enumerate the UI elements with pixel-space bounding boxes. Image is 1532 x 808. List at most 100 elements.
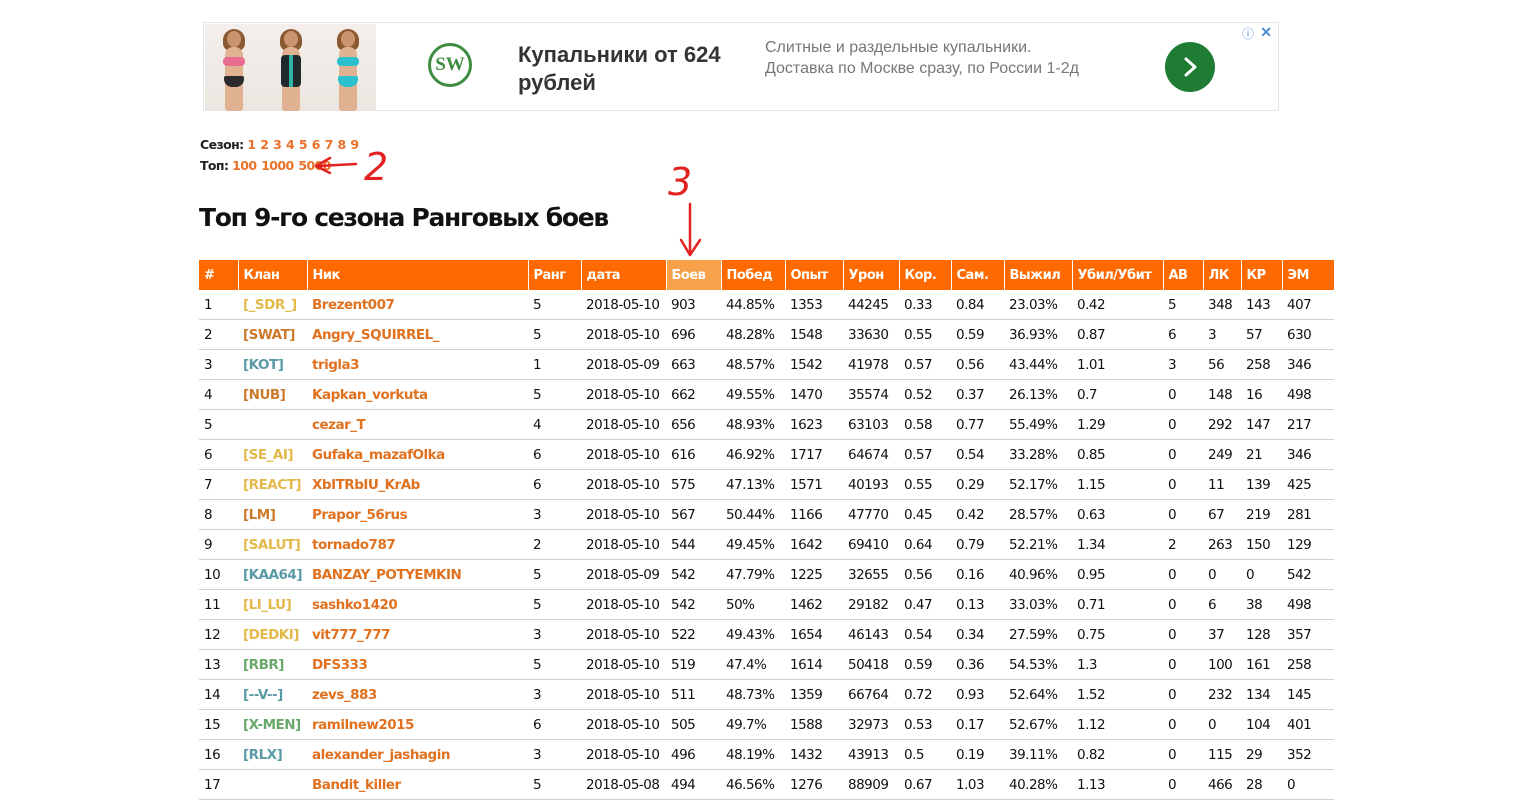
cell-nick[interactable]: Brezent007 xyxy=(307,290,528,320)
cell-nick[interactable]: cezar_T xyxy=(307,409,528,440)
cell-wins: 48.57% xyxy=(721,349,785,380)
cell-clan[interactable]: [NUB] xyxy=(238,379,307,410)
cell-wins: 47.13% xyxy=(721,469,785,500)
cell-battles: 616 xyxy=(666,439,721,470)
cell-nick[interactable]: trigla3 xyxy=(307,349,528,380)
ad-title[interactable]: Купальники от 624 рублей xyxy=(518,41,753,97)
cell-clan[interactable]: [SALUT] xyxy=(238,529,307,560)
column-header[interactable]: Сам. xyxy=(951,260,1005,290)
season-link[interactable]: 9 xyxy=(350,137,359,152)
season-link[interactable]: 1 xyxy=(247,137,256,152)
info-icon[interactable]: ⓘ xyxy=(1242,25,1254,42)
cell-nick[interactable]: Bandit_killer xyxy=(307,769,528,800)
cell-clan[interactable]: [DEDKI] xyxy=(238,619,307,650)
cell-kor: 0.64 xyxy=(899,529,951,560)
column-header[interactable]: Ранг xyxy=(528,260,582,290)
cell-nick[interactable]: vit777_777 xyxy=(307,619,528,650)
column-header[interactable]: дата xyxy=(581,260,667,290)
column-header[interactable]: # xyxy=(199,260,239,290)
close-icon[interactable]: ✕ xyxy=(1260,24,1272,41)
cell-nick[interactable]: XbITRbIU_KrAb xyxy=(307,469,528,500)
cell-damage: 32655 xyxy=(843,559,899,590)
cell-av: 5 xyxy=(1163,290,1203,320)
column-header[interactable]: Клан xyxy=(238,260,308,290)
cell-nick[interactable]: tornado787 xyxy=(307,529,528,560)
cell-nick[interactable]: Prapor_56rus xyxy=(307,499,528,530)
cell-clan[interactable]: [SE_AI] xyxy=(238,439,307,470)
column-header[interactable]: КР xyxy=(1241,260,1283,290)
table-header-row: # Клан Ник Ранг дата Боев Побед Опыт Урон Кор. Сам… xyxy=(199,260,1335,290)
ad-open-button[interactable] xyxy=(1165,42,1215,92)
cell-nick[interactable]: BANZAY_POTYEMKIN xyxy=(307,559,528,590)
cell-av: 0 xyxy=(1163,709,1203,740)
cell-nick[interactable]: Kapkan_vorkuta xyxy=(307,379,528,410)
cell-clan[interactable]: [KAA64] xyxy=(238,559,307,590)
cell-clan[interactable]: [RLX] xyxy=(238,739,307,770)
season-link[interactable]: 7 xyxy=(325,137,334,152)
cell-sam: 0.79 xyxy=(951,529,1004,560)
cell-damage: 40193 xyxy=(843,469,899,500)
cell-kill-death: 0.87 xyxy=(1072,319,1163,350)
ad-banner[interactable]: SW Купальники от 624 рублей Слитные и ра… xyxy=(203,22,1279,111)
season-link[interactable]: 6 xyxy=(312,137,321,152)
cell-clan[interactable]: [LI_LU] xyxy=(238,589,307,620)
cell-clan[interactable]: [REACT] xyxy=(238,469,307,500)
season-link[interactable]: 5 xyxy=(299,137,308,152)
season-link[interactable]: 8 xyxy=(337,137,346,152)
cell-clan[interactable]: [_SDR_] xyxy=(238,290,307,320)
cell-clan[interactable]: [--V--] xyxy=(238,679,307,710)
cell-em: 145 xyxy=(1282,679,1334,710)
cell-num: 15 xyxy=(199,709,238,740)
cell-kill-death: 1.13 xyxy=(1072,769,1163,800)
column-header[interactable]: Убил/Убит xyxy=(1072,260,1164,290)
column-header[interactable]: Боев xyxy=(666,260,722,290)
cell-nick[interactable]: Gufaka_mazafOlka xyxy=(307,439,528,470)
cell-clan[interactable]: [X-MEN] xyxy=(238,709,307,740)
cell-battles: 505 xyxy=(666,709,721,740)
ad-description[interactable]: Слитные и раздельные купальники. Доставк… xyxy=(765,37,1095,79)
ad-brand-logo[interactable]: SW xyxy=(428,43,472,87)
cell-nick[interactable]: zevs_883 xyxy=(307,679,528,710)
column-header[interactable]: ЭМ xyxy=(1282,260,1335,290)
season-link[interactable]: 4 xyxy=(286,137,295,152)
column-header[interactable]: Опыт xyxy=(785,260,844,290)
cell-damage: 50418 xyxy=(843,649,899,680)
cell-clan[interactable]: [KOT] xyxy=(238,349,307,380)
cell-em: 281 xyxy=(1282,499,1334,530)
season-link[interactable]: 2 xyxy=(260,137,269,152)
cell-nick[interactable]: ramilnew2015 xyxy=(307,709,528,740)
cell-damage: 44245 xyxy=(843,290,899,320)
cell-wins: 50% xyxy=(721,589,785,620)
column-header[interactable]: Выжил xyxy=(1004,260,1073,290)
cell-nick[interactable]: sashko1420 xyxy=(307,589,528,620)
top-link[interactable]: 5000 xyxy=(298,158,331,173)
column-header[interactable]: Кор. xyxy=(899,260,952,290)
column-header[interactable]: Урон xyxy=(843,260,900,290)
column-header[interactable]: ЛК xyxy=(1203,260,1242,290)
top-link[interactable]: 100 xyxy=(232,158,257,173)
cell-battles: 696 xyxy=(666,319,721,350)
cell-battles: 575 xyxy=(666,469,721,500)
column-header[interactable]: Ник xyxy=(307,260,529,290)
cell-rank: 4 xyxy=(528,409,581,440)
cell-clan[interactable] xyxy=(238,409,307,440)
column-header[interactable]: АВ xyxy=(1163,260,1204,290)
cell-damage: 88909 xyxy=(843,769,899,800)
column-header[interactable]: Побед xyxy=(721,260,786,290)
cell-nick[interactable]: DFS333 xyxy=(307,649,528,680)
cell-sam: 0.93 xyxy=(951,679,1004,710)
cell-lk: 348 xyxy=(1203,290,1241,320)
ad-product-image[interactable] xyxy=(205,24,376,111)
cell-xp: 1614 xyxy=(785,649,843,680)
cell-clan[interactable]: [RBR] xyxy=(238,649,307,680)
top-link[interactable]: 1000 xyxy=(261,158,294,173)
cell-clan[interactable]: [SWAT] xyxy=(238,319,307,350)
cell-nick[interactable]: alexander_jashagin xyxy=(307,739,528,770)
cell-clan[interactable] xyxy=(238,769,307,800)
cell-num: 11 xyxy=(199,589,238,620)
cell-nick[interactable]: Angry_SQUIRREL_ xyxy=(307,319,528,350)
cell-kill-death: 0.85 xyxy=(1072,439,1163,470)
season-link[interactable]: 3 xyxy=(273,137,282,152)
cell-av: 0 xyxy=(1163,499,1203,530)
cell-clan[interactable]: [LM] xyxy=(238,499,307,530)
